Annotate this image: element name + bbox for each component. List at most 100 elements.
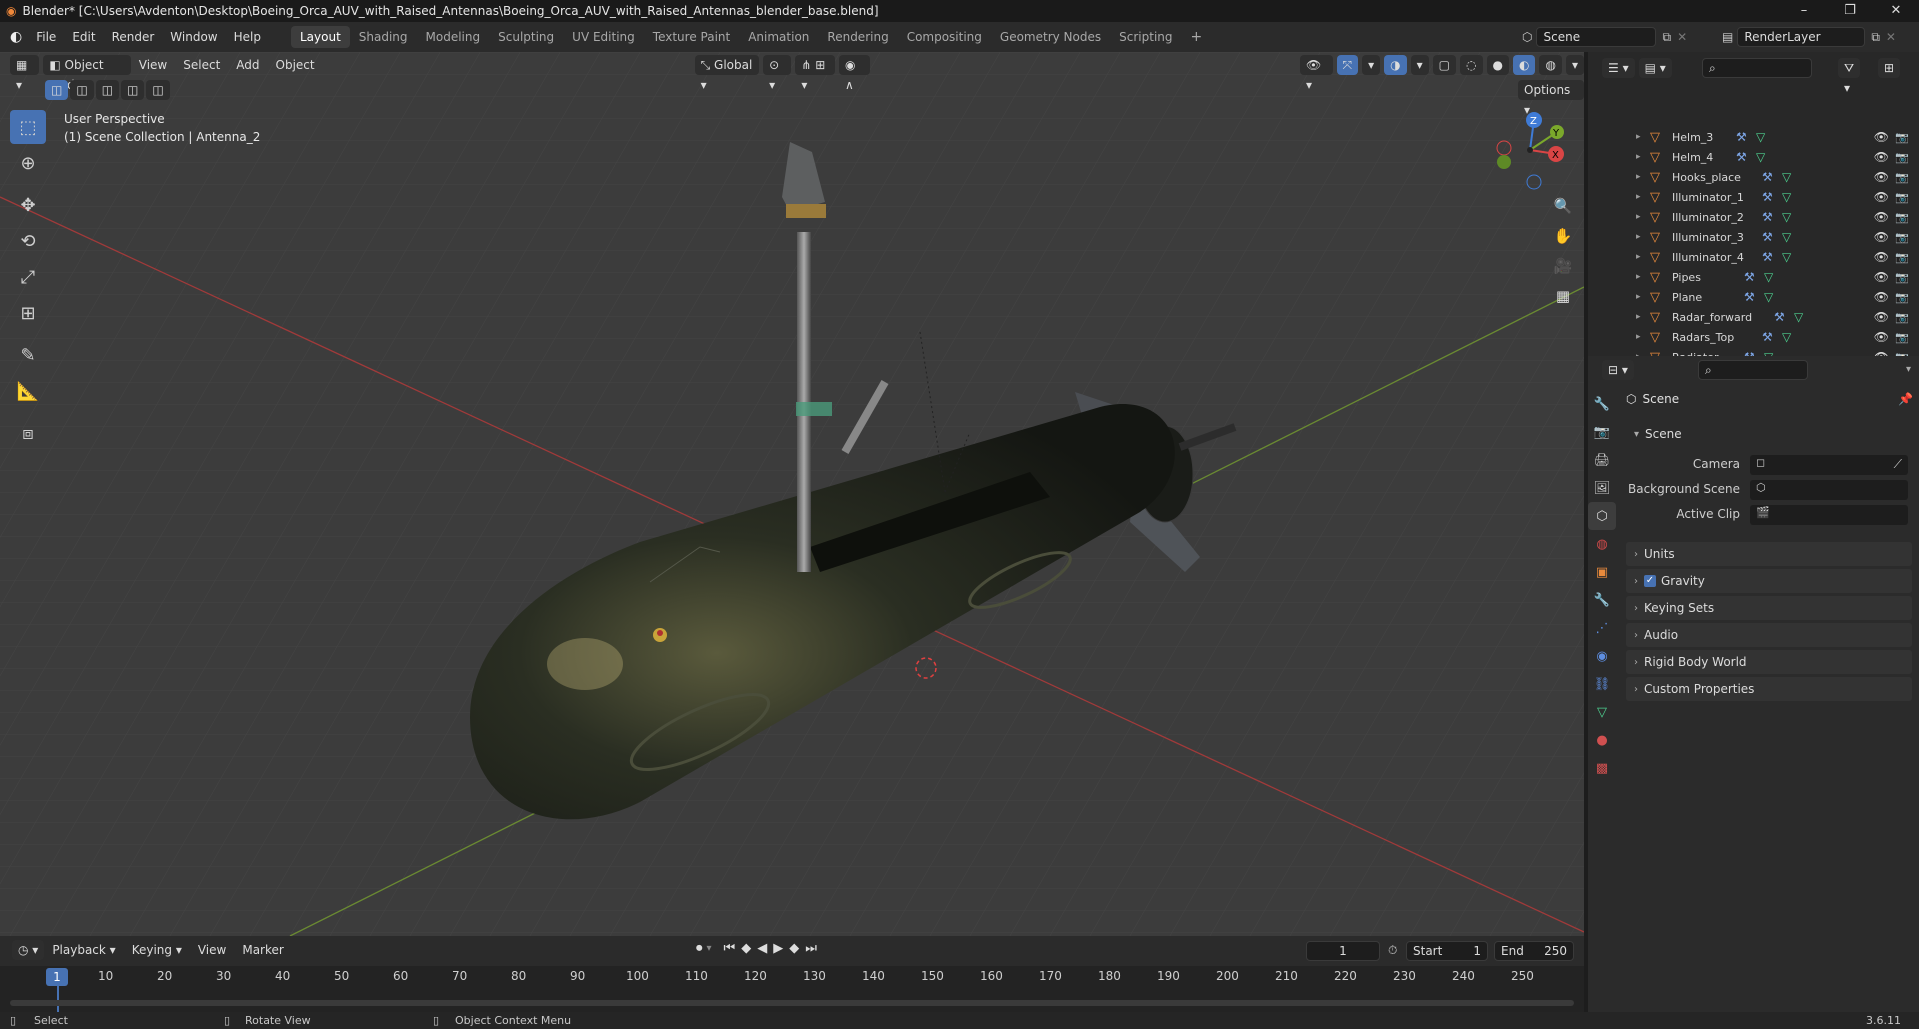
shading-dropdown[interactable]: ▾	[1565, 55, 1584, 75]
render-camera-icon[interactable]: 📷	[1895, 171, 1909, 184]
tab-shading[interactable]: Shading	[350, 26, 417, 48]
timeline-scrollbar[interactable]	[10, 1000, 1574, 1006]
view-layer-selector[interactable]: RenderLayer	[1737, 27, 1866, 47]
delete-view-layer-icon[interactable]: ✕	[1886, 30, 1896, 44]
outliner-item[interactable]: ▸ ▽ Helm_3 ⚒ ▽ 👁 📷	[1588, 127, 1919, 147]
expand-arrow-icon[interactable]: ▸	[1636, 312, 1641, 322]
new-view-layer-icon[interactable]: ⧉	[1871, 30, 1880, 45]
outliner-item[interactable]: ▸ ▽ Helm_4 ⚒ ▽ 👁 📷	[1588, 147, 1919, 167]
outliner-item[interactable]: ▸ ▽ Radars_Top ⚒ ▽ 👁 📷	[1588, 327, 1919, 347]
outliner-item[interactable]: ▸ ▽ Illuminator_1 ⚒ ▽ 👁 📷	[1588, 187, 1919, 207]
mesh-data-icon[interactable]: ▽	[1764, 290, 1773, 304]
pin-icon[interactable]: 📌	[1898, 392, 1913, 406]
shading-solid[interactable]: ●	[1486, 55, 1509, 75]
visibility-eye-icon[interactable]: 👁	[1874, 130, 1889, 144]
scene-tab-icon[interactable]: ⬡	[1588, 502, 1616, 530]
modifier-icon[interactable]: ⚒	[1762, 230, 1773, 244]
delete-scene-icon[interactable]: ✕	[1677, 30, 1687, 44]
timeline-menu-view[interactable]: View	[190, 940, 234, 960]
keying-sets-panel[interactable]: › Keying Sets	[1626, 596, 1912, 620]
minimize-button[interactable]: –	[1781, 0, 1827, 22]
gravity-checkbox[interactable]: ✓	[1644, 575, 1656, 587]
timeline-menu-playback[interactable]: Playback ▾	[44, 940, 123, 960]
visibility-selector[interactable]: 👁 ▾	[1299, 55, 1333, 92]
jump-end-button[interactable]: ⏭	[805, 941, 817, 956]
scene-selector[interactable]: Scene	[1536, 27, 1657, 47]
current-frame-field[interactable]: 1	[1306, 941, 1380, 961]
properties-search[interactable]: ⌕	[1698, 360, 1808, 380]
tab-texture-paint[interactable]: Texture Paint	[644, 26, 739, 48]
stopwatch-icon[interactable]: ⏱	[1388, 943, 1397, 958]
properties-editor-type[interactable]: ⊟ ▾	[1602, 360, 1634, 380]
camera-view-icon[interactable]: 🎥	[1549, 252, 1577, 280]
vp-menu-object[interactable]: Object	[268, 55, 323, 75]
visibility-eye-icon[interactable]: 👁	[1874, 290, 1889, 304]
outliner-item[interactable]: ▸ ▽ Illuminator_4 ⚒ ▽ 👁 📷	[1588, 247, 1919, 267]
expand-arrow-icon[interactable]: ▸	[1636, 292, 1641, 302]
move-tool[interactable]: ✥	[10, 188, 46, 222]
select-subtract-button[interactable]: ◫	[95, 80, 120, 100]
modifier-icon[interactable]: ⚒	[1774, 310, 1785, 324]
tab-modeling[interactable]: Modeling	[417, 26, 490, 48]
timeline-menu-marker[interactable]: Marker	[234, 940, 291, 960]
visibility-eye-icon[interactable]: 👁	[1874, 170, 1889, 184]
transform-tool[interactable]: ⊞	[10, 296, 46, 330]
render-camera-icon[interactable]: 📷	[1895, 131, 1909, 144]
units-panel[interactable]: › Units	[1626, 542, 1912, 566]
expand-arrow-icon[interactable]: ▸	[1636, 192, 1641, 202]
expand-arrow-icon[interactable]: ▸	[1636, 152, 1641, 162]
jump-start-button[interactable]: ⏮	[724, 941, 736, 956]
mesh-data-icon[interactable]: ▽	[1794, 310, 1803, 324]
overlay-toggle[interactable]: ◑	[1384, 55, 1407, 75]
annotate-tool[interactable]: ✎	[10, 338, 46, 372]
maximize-button[interactable]: ❐	[1827, 0, 1873, 22]
outliner-item[interactable]: ▸ ▽ Illuminator_3 ⚒ ▽ 👁 📷	[1588, 227, 1919, 247]
render-tab-icon[interactable]: 📷	[1588, 418, 1616, 446]
outliner-item[interactable]: ▸ ▽ Radar_forward ⚒ ▽ 👁 📷	[1588, 307, 1919, 327]
modifier-icon[interactable]: ⚒	[1762, 190, 1773, 204]
render-camera-icon[interactable]: 📷	[1895, 151, 1909, 164]
outliner-item[interactable]: ▸ ▽ Illuminator_2 ⚒ ▽ 👁 📷	[1588, 207, 1919, 227]
select-intersect-button[interactable]: ◫	[146, 80, 170, 100]
measure-tool[interactable]: 📐	[10, 374, 46, 408]
outliner-item[interactable]: ▸ ▽ Plane ⚒ ▽ 👁 📷	[1588, 287, 1919, 307]
proportional-edit-toggle[interactable]: ◉ ∧	[839, 55, 870, 92]
play-button[interactable]: ▶	[773, 941, 783, 956]
menu-edit[interactable]: Edit	[64, 22, 103, 52]
menu-help[interactable]: Help	[226, 22, 269, 52]
select-extend-button[interactable]: ◫	[70, 80, 94, 100]
select-box-tool[interactable]: ⬚	[10, 110, 46, 144]
audio-panel[interactable]: › Audio	[1626, 623, 1912, 647]
vp-menu-add[interactable]: Add	[228, 55, 267, 75]
visibility-eye-icon[interactable]: 👁	[1874, 310, 1889, 324]
expand-arrow-icon[interactable]: ▸	[1636, 212, 1641, 222]
mesh-data-icon[interactable]: ▽	[1782, 210, 1791, 224]
rigid-body-world-panel[interactable]: › Rigid Body World	[1626, 650, 1912, 674]
new-collection-icon[interactable]: ⊞	[1878, 58, 1901, 78]
output-tab-icon[interactable]: 🖨	[1588, 446, 1616, 474]
modifier-icon[interactable]: ⚒	[1744, 290, 1755, 304]
vp-menu-view[interactable]: View	[131, 55, 175, 75]
object-tab-icon[interactable]: ▣	[1588, 558, 1616, 586]
tab-scripting[interactable]: Scripting	[1110, 26, 1181, 48]
tool-tab-icon[interactable]: 🔧	[1588, 390, 1616, 418]
properties-options-chevron[interactable]: ▾	[1906, 364, 1911, 375]
timeline-menu-keying[interactable]: Keying ▾	[124, 940, 190, 960]
outliner-search[interactable]: ⌕	[1702, 58, 1812, 78]
expand-arrow-icon[interactable]: ▸	[1636, 132, 1641, 142]
orientation-selector[interactable]: ⤡ Global ▾	[694, 55, 760, 92]
overlay-dropdown[interactable]: ▾	[1410, 55, 1429, 75]
end-frame-field[interactable]: End 250	[1494, 941, 1574, 961]
shading-rendered[interactable]: ◍	[1539, 55, 1562, 75]
3d-viewport[interactable]: ▦ ▾ ◧ Object Mode ▾ View Select Add Obje…	[0, 52, 1584, 936]
constraints-tab-icon[interactable]: ⛓	[1588, 670, 1616, 698]
ortho-grid-icon[interactable]: ▦	[1549, 282, 1577, 310]
outliner-editor-type[interactable]: ☰ ▾	[1602, 58, 1635, 78]
background-scene-field[interactable]: ⬡	[1750, 480, 1908, 500]
rotate-tool[interactable]: ⟲	[10, 224, 46, 258]
play-reverse-button[interactable]: ◀	[757, 941, 767, 956]
expand-arrow-icon[interactable]: ▸	[1636, 332, 1641, 342]
next-keyframe-button[interactable]: ◆	[789, 941, 799, 956]
options-button[interactable]: Options ▾	[1518, 80, 1584, 117]
shading-material[interactable]: ◐	[1512, 55, 1536, 75]
